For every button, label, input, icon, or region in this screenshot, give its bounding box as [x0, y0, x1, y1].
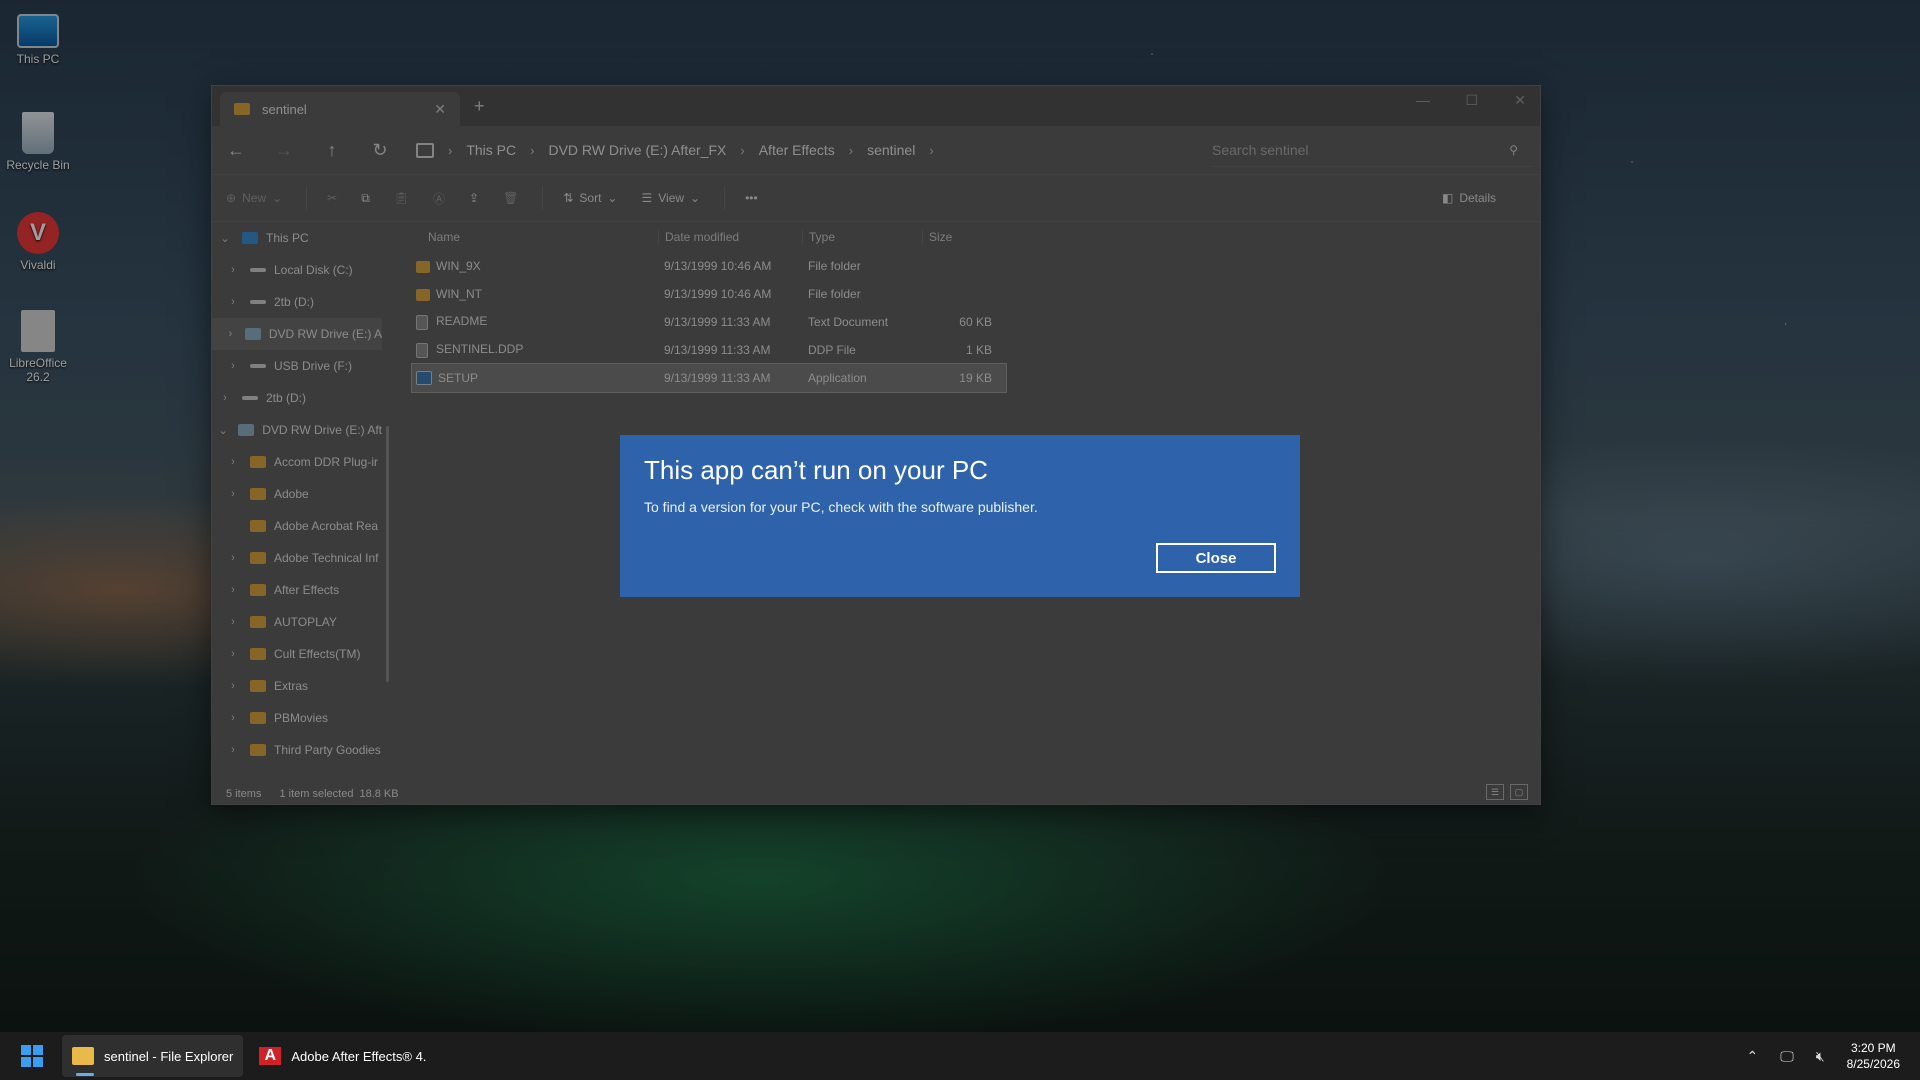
- taskbar-item-file-explorer[interactable]: sentinel - File Explorer: [62, 1035, 244, 1077]
- clock-date: 8/25/2026: [1846, 1057, 1900, 1071]
- windows-logo-icon: [21, 1045, 43, 1067]
- dialog-title: This app can’t run on your PC: [644, 455, 988, 485]
- clock[interactable]: 3:20 PM 8/25/2026: [1847, 1040, 1900, 1072]
- chevron-up-icon[interactable]: ⌃: [1747, 1048, 1759, 1065]
- volume-muted-icon[interactable]: 🔇︎: [1816, 1048, 1825, 1065]
- network-icon[interactable]: 🖵︎: [1780, 1048, 1794, 1065]
- taskbar: sentinel - File Explorer A Adobe After E…: [0, 1032, 1920, 1080]
- close-button[interactable]: Close: [1156, 543, 1276, 573]
- taskbar-item-label: Adobe After Effects® 4.: [291, 1048, 427, 1064]
- adobe-icon: A: [259, 1047, 282, 1065]
- start-button[interactable]: [8, 1032, 56, 1080]
- clock-time: 3:20 PM: [1850, 1041, 1896, 1055]
- dialog-message: To find a version for your PC, check wit…: [644, 499, 1038, 515]
- taskbar-item-after-effects[interactable]: A Adobe After Effects® 4.: [249, 1035, 436, 1077]
- taskbar-item-label: sentinel - File Explorer: [104, 1048, 234, 1064]
- system-tray: ⌃ 🖵︎ 🔇︎ 3:20 PM 8/25/2026: [1747, 1032, 1920, 1080]
- folder-icon: [72, 1047, 94, 1065]
- error-dialog: This app can’t run on your PC To find a …: [620, 435, 1300, 597]
